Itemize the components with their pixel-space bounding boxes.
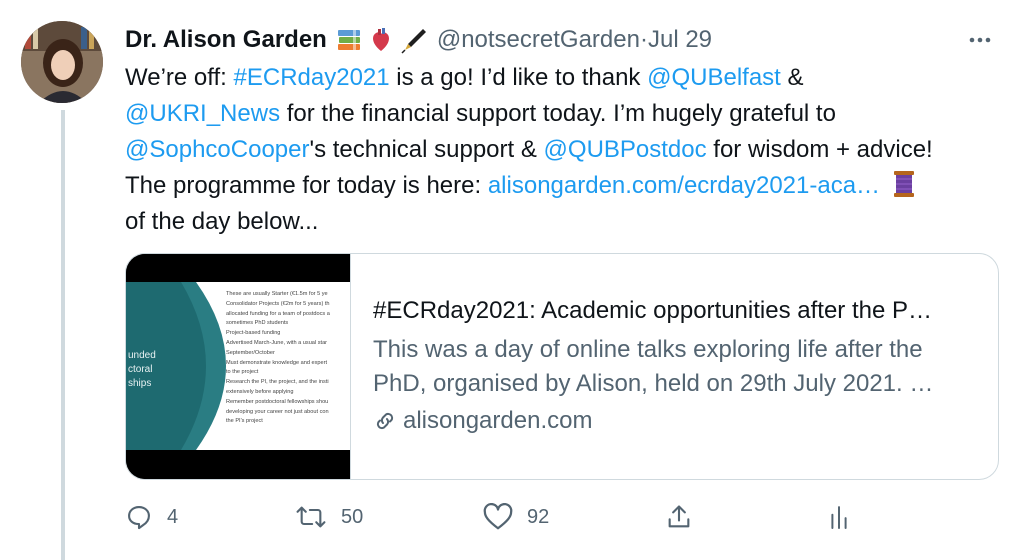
card-title: #ECRday2021: Academic opportunities afte…	[373, 297, 932, 324]
separator-dot: ·	[639, 26, 648, 53]
slide-side-text: unded ctoral ships	[128, 349, 156, 391]
card-domain-text: alisongarden.com	[403, 407, 593, 434]
text-segment: 's technical support &	[309, 136, 544, 163]
reply-count: 4	[167, 505, 179, 528]
more-icon	[969, 37, 991, 43]
like-count: 92	[527, 505, 550, 528]
slide-line: Must demonstrate knowledge and expert	[226, 359, 328, 366]
fountain-pen-icon	[401, 29, 426, 54]
text-segment: The programme for today is here:	[125, 172, 488, 199]
text-segment: &	[780, 64, 804, 91]
slide-word: unded	[128, 350, 156, 361]
reply-icon	[128, 506, 150, 530]
author-handle[interactable]: @notsecretGarden	[437, 26, 640, 54]
tweet-header: Dr. Alison Garden @notsecretGarden · Jul…	[125, 20, 712, 60]
mention-link[interactable]: @UKRI_News	[125, 100, 280, 127]
text-segment: for wisdom + advice!	[706, 136, 933, 163]
card-thumbnail: unded ctoral ships These are usually Sta…	[126, 254, 351, 479]
slide-line: sometimes PhD students	[226, 320, 289, 327]
url-link[interactable]: alisongarden.com/ecrday2021-aca…	[488, 172, 880, 199]
slide-word: ships	[128, 378, 152, 389]
card-description-line: This was a day of online talks exploring…	[373, 336, 923, 363]
anatomical-heart-icon	[372, 28, 389, 51]
slide-line: to the project	[226, 369, 259, 376]
slide-line: Remember postdoctoral fellowships shou	[226, 398, 329, 405]
hashtag-link[interactable]: #ECRday2021	[234, 64, 390, 91]
slide-line: developing your career not just about co…	[226, 408, 329, 415]
text-segment: for the financial support today. I’m hug…	[280, 100, 836, 127]
card-description-line: PhD, organised by Alison, held on 29th J…	[373, 370, 934, 397]
card-description: This was a day of online talks exploring…	[373, 333, 973, 401]
analytics-icon	[831, 506, 847, 529]
share-icon	[668, 505, 690, 528]
retweet-icon	[296, 506, 326, 528]
tweet-text: We’re off: #ECRday2021 is a go! I’d like…	[125, 60, 1005, 240]
retweet-count: 50	[341, 505, 364, 528]
slide-line: allocated funding for a team of postdocs…	[226, 310, 330, 317]
tweet-date[interactable]: Jul 29	[648, 26, 712, 54]
books-icon	[337, 30, 360, 50]
slide-line: These are usually Starter (€1.5m for 5 y…	[226, 291, 328, 297]
retweet-button[interactable]: 50	[295, 497, 363, 537]
mention-link[interactable]: @SophcoCooper	[125, 136, 309, 163]
reply-button[interactable]: 4	[125, 497, 178, 537]
slide-line: Research the PI, the project, and the in…	[226, 379, 329, 386]
action-bar: 4 50 92	[125, 497, 865, 537]
card-body: #ECRday2021: Academic opportunities afte…	[351, 254, 973, 479]
analytics-button[interactable]	[828, 497, 850, 537]
spool-of-thread-icon	[893, 171, 914, 197]
more-options-button[interactable]	[960, 22, 1000, 58]
slide-line: extensively before applying	[226, 388, 294, 395]
link-preview-card[interactable]: unded ctoral ships These are usually Sta…	[125, 253, 999, 480]
slide-line: Consolidator Projects (€2m for 5 years) …	[226, 300, 330, 307]
heart-icon	[483, 503, 513, 530]
text-segment: is a go! I’d like to thank	[389, 64, 648, 91]
like-button[interactable]: 92	[483, 497, 549, 537]
avatar-photo	[21, 21, 103, 103]
name-emojis	[335, 26, 427, 54]
slide-word: ctoral	[128, 364, 153, 375]
link-icon	[376, 412, 394, 430]
slide-bullets: These are usually Starter (€1.5m for 5 y…	[226, 290, 350, 427]
text-segment: We’re off:	[125, 64, 234, 91]
author-name[interactable]: Dr. Alison Garden	[125, 26, 327, 54]
card-domain: alisongarden.com	[373, 407, 973, 435]
slide-line: the PI's project	[226, 418, 263, 425]
mention-link[interactable]: @QUBelfast	[647, 64, 781, 91]
share-button[interactable]	[665, 497, 693, 537]
thread-line	[61, 110, 65, 560]
slide-line: Project-based funding	[226, 330, 281, 337]
slide-line: September/October	[226, 349, 275, 356]
text-segment: of the day below...	[125, 208, 319, 235]
slide-line: Advertised March-June, with a usual star	[226, 339, 328, 346]
mention-link[interactable]: @QUBPostdoc	[544, 136, 707, 163]
avatar[interactable]	[21, 21, 103, 103]
